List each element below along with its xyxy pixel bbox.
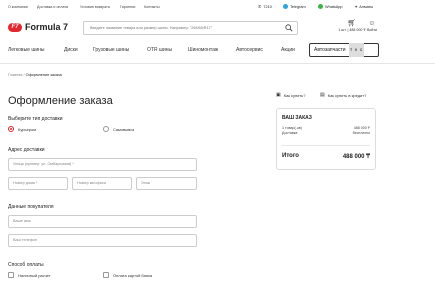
city-selector[interactable]: ⌖ Алматы	[355, 4, 373, 9]
summary-delivery-label: Доставка	[282, 131, 298, 135]
logo-text: Formula 7	[25, 22, 69, 32]
breadcrumb-separator: /	[23, 73, 25, 77]
telegram-link[interactable]: Telegram	[283, 4, 306, 9]
street-placeholder: Улица (пример: ул. Омбарсимов) *	[13, 162, 74, 166]
house-number-field[interactable]: Номер дома *	[8, 177, 68, 190]
apartment-field[interactable]: Номер кв/офиса	[72, 177, 132, 190]
search-input[interactable]: Введите название товара или размер шины.…	[83, 21, 298, 35]
payment-option-card[interactable]: Оплата картой банка	[103, 272, 152, 278]
checkbox[interactable]	[8, 272, 14, 278]
logo-mark: F7	[8, 22, 22, 32]
summary-items-value: 488 000 ₸	[353, 126, 370, 130]
name-field[interactable]: Ваше имя	[8, 215, 197, 228]
nav-item-auto-service[interactable]: Автосервис	[236, 47, 263, 53]
how-to-credit-label: Как купить в кредит?	[327, 92, 367, 98]
phone-field[interactable]: Ваш телефон	[8, 234, 197, 247]
topbar-link-about[interactable]: О компании	[8, 5, 28, 9]
how-to-buy-link[interactable]: ▣ Как купить?	[276, 92, 306, 98]
payment-option-label: Наличный расчет	[18, 272, 51, 278]
telegram-label: Telegram	[290, 4, 306, 9]
floor-field[interactable]: Этаж	[136, 177, 197, 190]
apartment-placeholder: Номер кв/офиса	[77, 181, 106, 185]
delivery-option-label: Самовывоз	[113, 126, 135, 132]
header-divider	[0, 63, 435, 64]
autoparts-label: Автозапчасти	[314, 47, 346, 53]
phone-placeholder: Ваш телефон	[13, 238, 38, 242]
page-title: Оформление заказа	[8, 95, 113, 107]
checkbox[interactable]	[103, 272, 109, 278]
search-icon[interactable]	[285, 24, 293, 32]
phone-link[interactable]: ✆ 7210	[258, 4, 272, 9]
name-placeholder: Ваше имя	[13, 219, 31, 223]
cart-icon: 🛒︎	[347, 20, 357, 27]
payment-option-label: Оплата картой банка	[113, 272, 153, 278]
summary-total-label: Итого	[282, 153, 299, 159]
topbar-link-warranty[interactable]: Гарантии	[120, 5, 135, 9]
whatsapp-link[interactable]: WhatsApp	[318, 4, 343, 9]
delivery-option-courier[interactable]: Курьером	[8, 126, 36, 132]
street-field[interactable]: Улица (пример: ул. Омбарсимов) *	[8, 158, 197, 171]
nav-item-wheels[interactable]: Диски	[64, 47, 78, 53]
telegram-icon	[283, 4, 288, 9]
summary-items-label: 1 товар(-ов)	[282, 126, 302, 130]
payment-title: Способ оплаты	[8, 262, 44, 268]
delivery-type-title: Выберите тип доставки	[8, 116, 63, 122]
address-title: Адрес доставки	[8, 147, 45, 153]
nav-item-truck-tires[interactable]: Грузовые шины	[93, 47, 129, 53]
city-label: Алматы	[359, 4, 374, 9]
nav-item-otr-tires[interactable]: OTR шины	[147, 47, 172, 53]
whatsapp-label: WhatsApp	[325, 4, 343, 9]
cart-label: 1 шт. | 488 000 ₸	[338, 28, 366, 32]
summary-total-value: 488 000 ₸	[342, 154, 370, 160]
breadcrumb-current: Оформление заказа	[25, 73, 62, 77]
radio-unselected[interactable]	[103, 126, 109, 132]
location-pin-icon: ⌖	[355, 4, 358, 9]
login-button[interactable]: ☺ Войти	[363, 20, 381, 32]
logo[interactable]: F7 Formula 7	[8, 20, 68, 34]
credit-icon: ▤	[320, 92, 325, 98]
cart-button[interactable]: 🛒︎ 1 шт. | 488 000 ₸	[338, 20, 366, 32]
summary-divider	[282, 145, 370, 146]
topbar-link-returns[interactable]: Условия возврата	[80, 5, 110, 9]
nav-item-promotions[interactable]: Акции	[281, 47, 295, 53]
topbar-link-delivery[interactable]: Доставка и оплата	[37, 5, 68, 9]
user-icon: ☺	[368, 20, 376, 27]
breadcrumb-home[interactable]: Главная	[8, 73, 22, 77]
house-placeholder: Номер дома *	[13, 181, 38, 185]
autoparts-button[interactable]: Автозапчасти Т К С	[309, 43, 379, 57]
how-to-buy-label: Как купить?	[283, 92, 306, 98]
phone-number: 7210	[263, 4, 272, 9]
floor-placeholder: Этаж	[141, 181, 151, 185]
payment-option-cash[interactable]: Наличный расчет	[8, 272, 51, 278]
buyer-title: Данные покупателя	[8, 204, 54, 210]
breadcrumb: Главная / Оформление заказа	[8, 73, 62, 77]
how-to-credit-link[interactable]: ▤ Как купить в кредит?	[320, 92, 366, 98]
summary-delivery-value: бесплатно	[352, 131, 370, 135]
whatsapp-icon	[318, 4, 323, 9]
radio-selected[interactable]	[8, 126, 14, 132]
summary-title: ВАШ ЗАКАЗ	[282, 115, 312, 121]
bag-icon: ▣	[276, 92, 281, 98]
delivery-option-label: Курьером	[18, 126, 37, 132]
nav-item-tire-service[interactable]: Шиномонтаж	[188, 47, 218, 53]
topbar-link-contacts[interactable]: Контакты	[144, 5, 160, 9]
nav-item-passenger-tires[interactable]: Легковые шины	[8, 47, 45, 53]
search-placeholder: Введите название товара или размер шины.…	[90, 26, 213, 30]
delivery-option-pickup[interactable]: Самовывоз	[103, 126, 134, 132]
phone-icon: ✆	[258, 4, 262, 9]
login-label: Войти	[366, 28, 378, 32]
autoparts-badge: С	[358, 43, 364, 57]
order-summary: ВАШ ЗАКАЗ 1 товар(-ов) 488 000 ₸ Доставк…	[276, 108, 376, 170]
